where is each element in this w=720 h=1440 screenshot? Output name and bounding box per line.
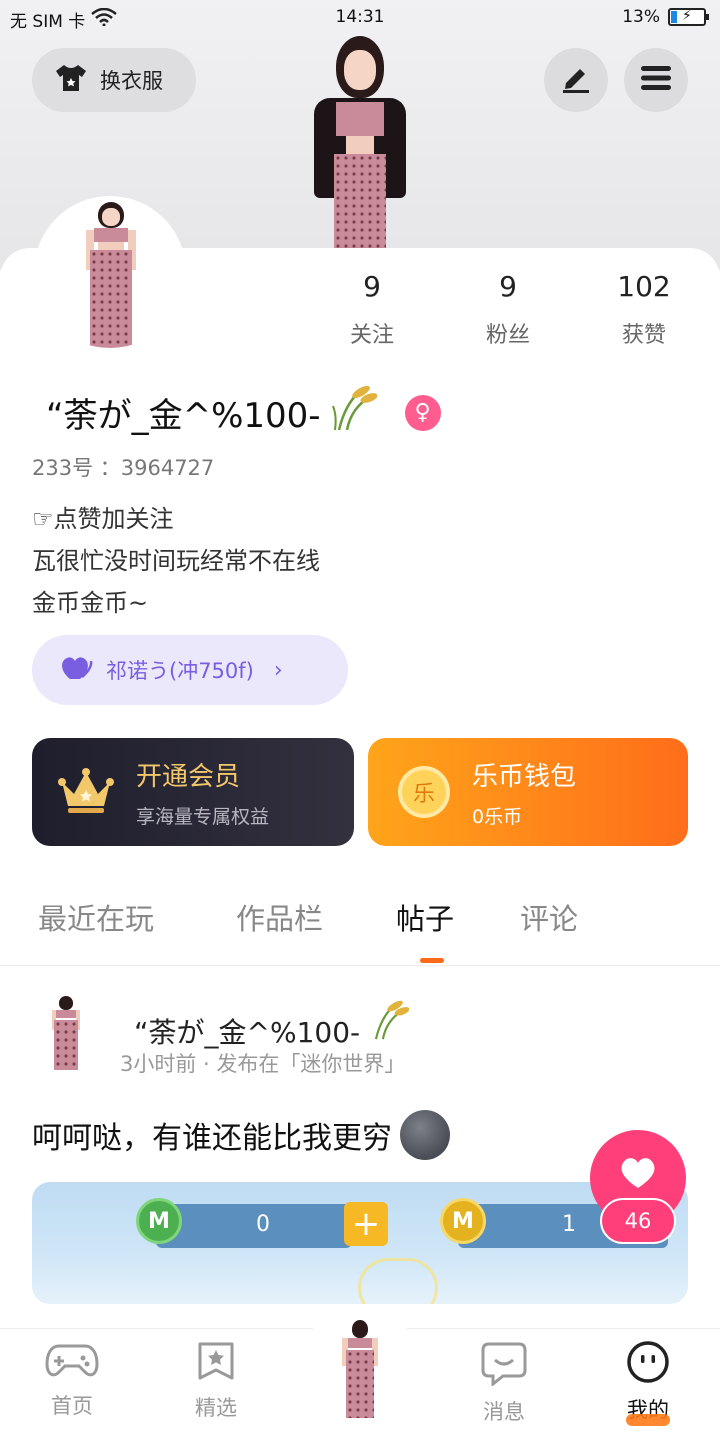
nav-home-label: 首页 — [51, 1394, 93, 1418]
nav-mine[interactable]: 我的 — [598, 1340, 698, 1424]
relationship-badge[interactable]: 祁诺う(冲750f) › — [32, 635, 348, 705]
avatar[interactable] — [34, 196, 186, 348]
wheat-icon — [369, 1000, 410, 1049]
star-icon — [196, 1342, 236, 1386]
username-text: “荼が_金^%100- — [46, 396, 321, 436]
heart-icon — [60, 655, 94, 686]
character-avatar-large[interactable] — [290, 36, 430, 250]
badge-label: 祁诺う(冲750f) — [106, 659, 254, 683]
vip-membership-card[interactable]: 开通会员 享海量专属权益 — [32, 738, 354, 846]
stat-following[interactable]: 9 关注 — [312, 270, 432, 349]
likes-count: 102 — [617, 270, 671, 303]
vip-title: 开通会员 — [136, 762, 241, 792]
wheat-icon — [331, 384, 378, 441]
tab-recently-played[interactable]: 最近在玩 — [38, 896, 154, 938]
nav-messages-label: 消息 — [483, 1400, 525, 1424]
gold-coin-icon: M — [440, 1198, 486, 1244]
following-count: 9 — [363, 270, 381, 303]
likes-label: 获赞 — [621, 323, 666, 348]
post-content[interactable]: 呵呵哒，有谁还能比我更穷 — [32, 1110, 450, 1160]
stat-followers[interactable]: 9 粉丝 — [448, 270, 568, 349]
change-outfit-label: 换衣服 — [100, 69, 163, 93]
nav-featured-label: 精选 — [195, 1396, 237, 1420]
nav-active-indicator — [626, 1414, 670, 1426]
change-outfit-button[interactable]: 换衣服 — [32, 48, 196, 112]
gamepad-icon — [45, 1344, 99, 1384]
green-coin-value: 0 — [256, 1212, 270, 1237]
post-author-name[interactable]: “荼が_金^%100- — [134, 998, 410, 1051]
profile-tabs: 最近在玩 作品栏 帖子 评论 — [0, 896, 720, 966]
coin-icon: 乐 — [398, 766, 450, 818]
vip-subtitle: 享海量专属权益 — [136, 806, 270, 828]
stat-likes[interactable]: 102 获赞 — [584, 270, 704, 349]
wallet-balance: 0乐币 — [472, 806, 523, 828]
tshirt-icon — [54, 63, 88, 98]
wallet-title: 乐币钱包 — [472, 762, 577, 792]
post-author-text: “荼が_金^%100- — [134, 1016, 361, 1049]
menu-icon — [641, 65, 671, 95]
post-image[interactable]: M 0 + M 1 — [32, 1182, 688, 1304]
post-meta: 3小时前 · 发布在「迷你世界」 — [120, 1052, 406, 1076]
following-label: 关注 — [349, 323, 394, 348]
post-text: 呵呵哒，有谁还能比我更穷 — [32, 1121, 392, 1156]
bio: ☞点赞加关注 瓦很忙没时间玩经常不在线 金币金币~ — [32, 498, 320, 624]
chat-icon — [481, 1342, 527, 1390]
female-icon: ♀ — [404, 394, 441, 431]
tab-works[interactable]: 作品栏 — [236, 896, 323, 938]
smiley-icon — [626, 1341, 670, 1388]
user-id: 233号 ：3964727 — [32, 456, 215, 480]
tab-comments[interactable]: 评论 — [520, 896, 578, 938]
nav-avatar[interactable] — [334, 1320, 386, 1420]
tab-posts[interactable]: 帖子 — [396, 896, 454, 938]
heart-icon — [619, 1156, 657, 1194]
bio-line: 金币金币~ — [32, 589, 149, 617]
battery-icon: ⚡ — [668, 8, 709, 26]
plus-icon: + — [344, 1202, 388, 1246]
nav-home[interactable]: 首页 — [22, 1340, 122, 1420]
like-count: 46 — [600, 1198, 676, 1244]
status-bar: 无 SIM 卡 14:31 13% ⚡ — [0, 0, 720, 34]
chevron-right-icon: › — [273, 657, 283, 683]
crown-icon — [58, 768, 114, 818]
green-coin-icon: M — [136, 1198, 182, 1244]
nav-featured[interactable]: 精选 — [166, 1340, 266, 1422]
menu-button[interactable] — [624, 48, 688, 112]
active-tab-indicator — [420, 958, 444, 963]
moon-face-icon — [400, 1110, 450, 1160]
bio-line: ☞点赞加关注 — [32, 505, 174, 533]
followers-count: 9 — [499, 270, 517, 303]
nav-messages[interactable]: 消息 — [454, 1340, 554, 1426]
followers-label: 粉丝 — [485, 323, 530, 348]
battery-percent: 13% — [622, 7, 660, 27]
post-author-avatar[interactable] — [46, 996, 86, 1070]
gold-coin-value: 1 — [562, 1212, 576, 1237]
edit-icon — [560, 63, 592, 97]
clock: 14:31 — [335, 7, 385, 27]
bio-line: 瓦很忙没时间玩经常不在线 — [32, 547, 320, 575]
edit-profile-button[interactable] — [544, 48, 608, 112]
username: “荼が_金^%100- ♀ — [46, 384, 441, 441]
coin-wallet-card[interactable]: 乐 乐币钱包 0乐币 — [368, 738, 688, 846]
